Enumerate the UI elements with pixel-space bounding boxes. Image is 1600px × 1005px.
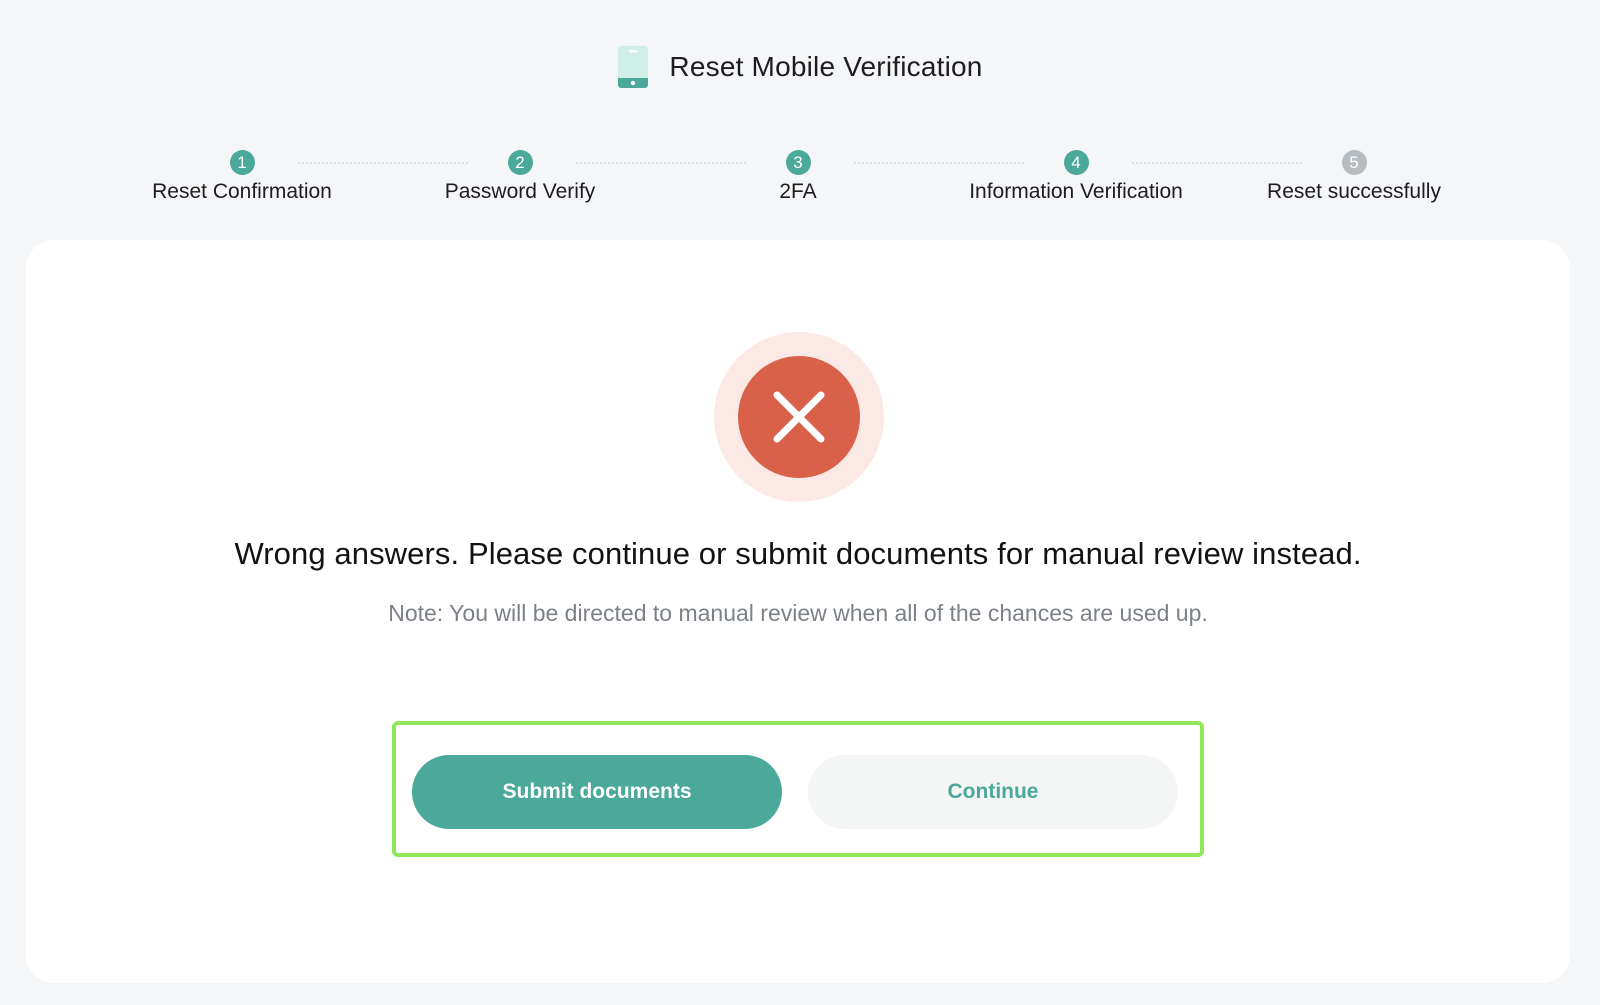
page-header: Reset Mobile Verification: [0, 42, 1600, 92]
step-number-badge: 4: [1063, 150, 1089, 175]
page-title: Reset Mobile Verification: [669, 51, 983, 82]
step-reset-confirmation: 1 Reset Confirmation: [103, 150, 468, 210]
step-number-badge: 3: [785, 150, 811, 175]
step-reset-successfully: 5 Reset successfully: [1215, 150, 1493, 210]
step-password-verify: 2 Password Verify: [381, 150, 746, 210]
result-note: Note: You will be directed to manual rev…: [388, 600, 1208, 626]
result-message: Wrong answers. Please continue or submit…: [234, 536, 1362, 571]
result-card: Wrong answers. Please continue or submit…: [26, 240, 1570, 983]
step-label: Reset successfully: [1267, 180, 1441, 203]
step-information-verification: 4 Information Verification: [937, 150, 1302, 210]
page: Reset Mobile Verification 1 Reset Confir…: [0, 0, 1600, 1005]
action-group: Submit documents Continue: [392, 721, 1204, 857]
progress-stepper: 1 Reset Confirmation 2 Password Verify 3…: [103, 150, 1493, 210]
step-label: Password Verify: [444, 180, 596, 203]
step-label: Information Verification: [969, 180, 1183, 203]
step-label: 2FA: [779, 180, 817, 203]
continue-button[interactable]: Continue: [808, 755, 1178, 829]
step-label: Reset Confirmation: [152, 180, 332, 203]
step-number-badge: 1: [229, 150, 255, 175]
step-number-badge: 2: [507, 150, 533, 175]
phone-icon: [618, 46, 649, 88]
submit-documents-button[interactable]: Submit documents: [412, 755, 782, 829]
step-2fa: 3 2FA: [659, 150, 1024, 210]
error-x-icon: [714, 332, 884, 502]
step-number-badge: 5: [1341, 150, 1367, 175]
